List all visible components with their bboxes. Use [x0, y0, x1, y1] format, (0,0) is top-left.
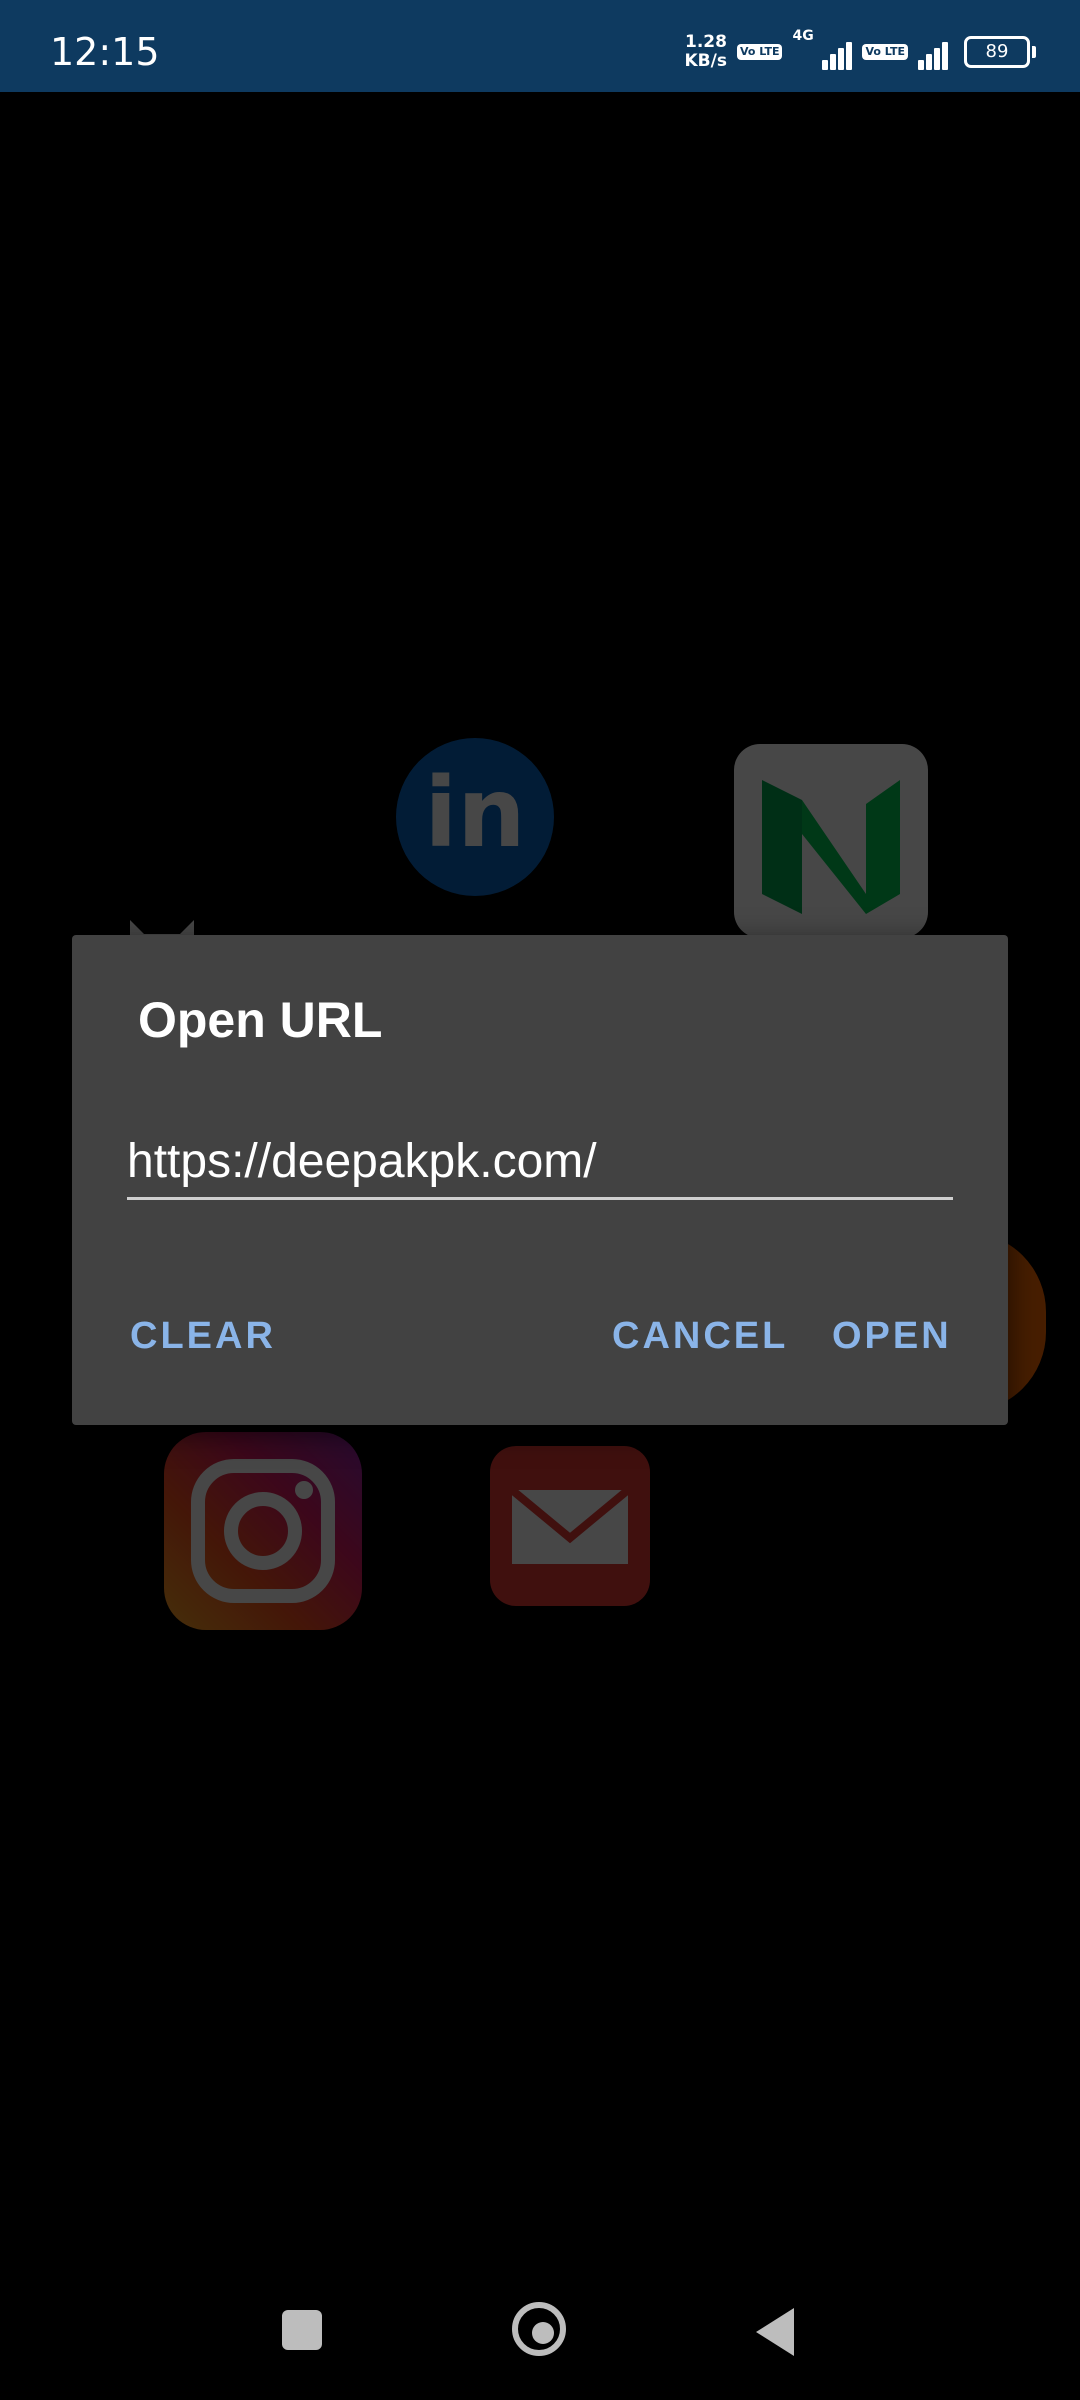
- network-speed: 1.28 KB/s: [685, 33, 727, 71]
- home-icon[interactable]: [512, 2302, 566, 2356]
- navigation-bar: [0, 2270, 1080, 2400]
- volte-icon: Vo LTE: [736, 44, 783, 60]
- cancel-button[interactable]: CANCEL: [612, 1315, 788, 1358]
- network-speed-unit: KB/s: [684, 51, 727, 71]
- clear-button[interactable]: CLEAR: [130, 1315, 276, 1358]
- status-icons: 1.28 KB/s Vo LTE 4G Vo LTE 89: [685, 28, 1036, 76]
- instagram-icon: [164, 1432, 362, 1630]
- open-url-dialog: Open URL CLEAR CANCEL OPEN: [72, 935, 1008, 1425]
- back-icon[interactable]: [756, 2308, 794, 2356]
- medium-icon: [734, 744, 928, 938]
- volte-icon-2: Vo LTE: [862, 44, 908, 60]
- battery-icon: 89: [964, 36, 1036, 68]
- signal-icon: 4G: [792, 28, 853, 70]
- mail-icon: [490, 1446, 650, 1606]
- url-input[interactable]: [127, 1125, 953, 1200]
- linkedin-icon: in: [396, 738, 554, 896]
- recents-icon[interactable]: [282, 2310, 322, 2350]
- network-speed-value: 1.28: [685, 32, 727, 52]
- open-button[interactable]: OPEN: [832, 1315, 952, 1358]
- signal-icon-2: [918, 34, 948, 70]
- network-type-label: 4G: [792, 28, 814, 44]
- status-bar: 12:15 1.28 KB/s Vo LTE 4G Vo LTE 89: [0, 0, 1080, 92]
- status-time: 12:15: [50, 30, 160, 74]
- dialog-title: Open URL: [138, 992, 383, 1048]
